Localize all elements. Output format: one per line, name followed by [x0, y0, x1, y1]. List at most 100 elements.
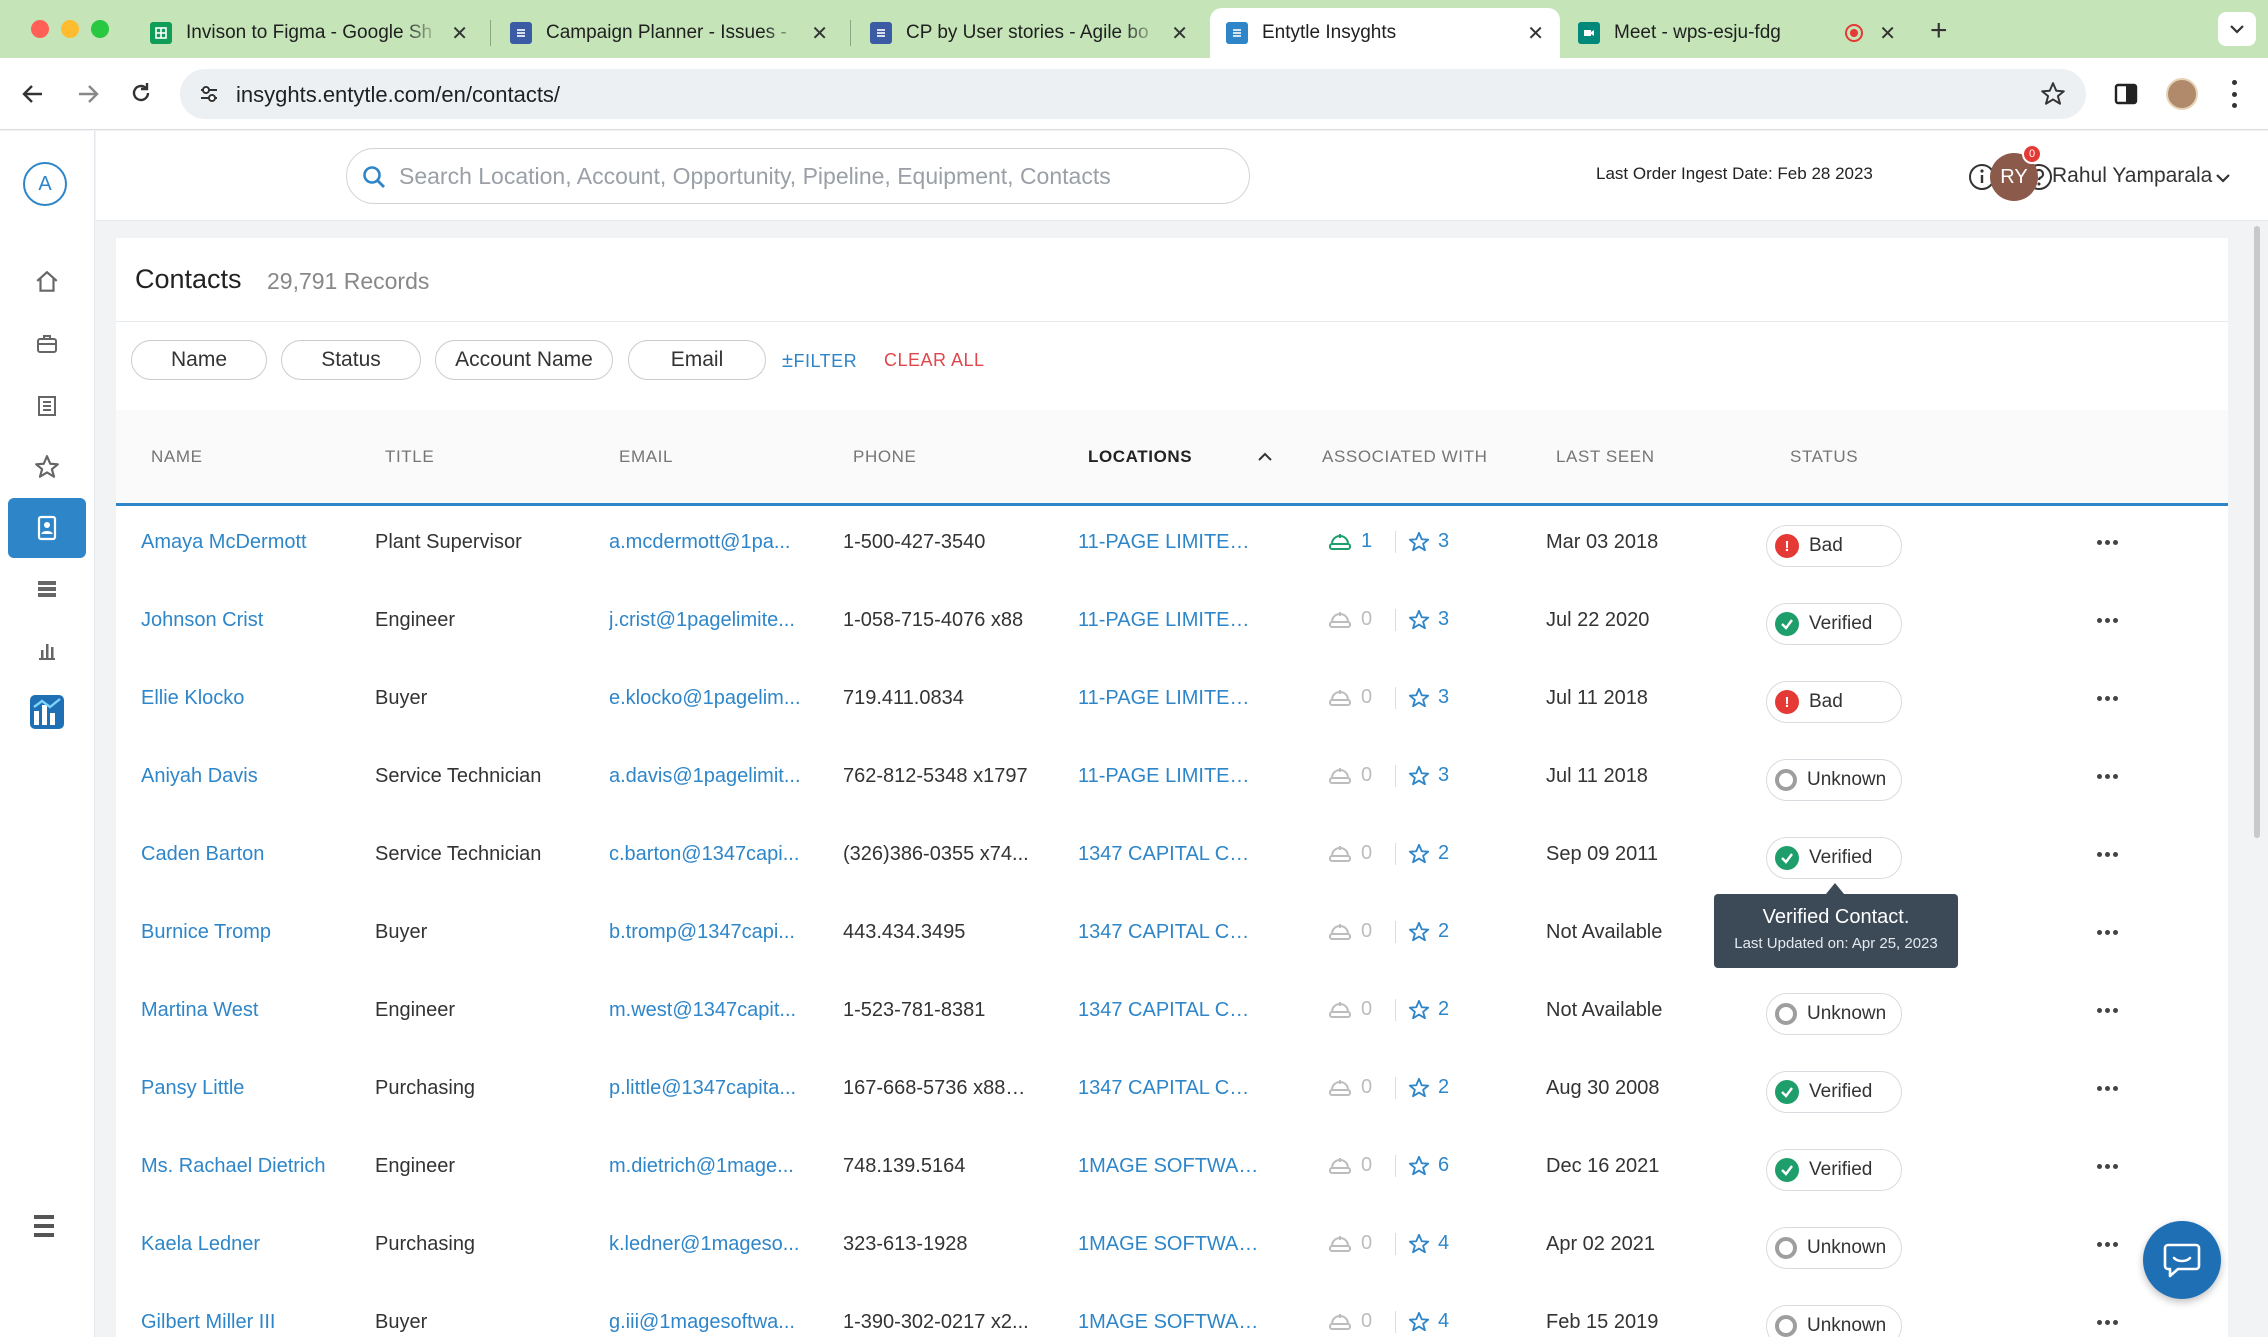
sort-ascending-icon[interactable]	[1257, 452, 1273, 462]
filter-chip-status[interactable]: Status	[281, 340, 421, 380]
column-header-email[interactable]: EMAIL	[619, 447, 673, 467]
contact-location-link[interactable]: 11-PAGE LIMITED, ...	[1078, 531, 1262, 554]
opportunity-count[interactable]: 1	[1361, 530, 1383, 553]
contact-location-link[interactable]: 1347 CAPITAL COR...	[1078, 999, 1262, 1022]
more-actions-icon[interactable]	[2091, 766, 2123, 786]
favorite-count[interactable]: 6	[1438, 1154, 1449, 1177]
contact-email-link[interactable]: m.dietrich@1mage...	[609, 1155, 809, 1178]
contact-name-link[interactable]: Johnson Crist	[141, 609, 361, 632]
table-row[interactable]: Martina West Engineer m.west@1347capit... 1…	[116, 974, 2228, 1052]
table-row[interactable]: Ms. Rachael Dietrich Engineer m.dietrich@1…	[116, 1130, 2228, 1208]
contact-name-link[interactable]: Pansy Little	[141, 1077, 361, 1100]
forward-icon[interactable]	[75, 82, 101, 106]
favorite-count[interactable]: 4	[1438, 1232, 1449, 1255]
more-actions-icon[interactable]	[2091, 922, 2123, 942]
favorite-count[interactable]: 2	[1438, 842, 1449, 865]
contact-location-link[interactable]: 11-PAGE LIMITED, ...	[1078, 609, 1262, 632]
more-actions-icon[interactable]	[2091, 610, 2123, 630]
sidebar-item-opportunities[interactable]	[8, 437, 86, 497]
more-actions-icon[interactable]	[2091, 1312, 2123, 1332]
browser-tab-active[interactable]: Entytle Insyghts ✕	[1210, 8, 1560, 58]
table-row[interactable]: Johnson Crist Engineer j.crist@1pagelimite…	[116, 584, 2228, 662]
status-badge[interactable]: Unknown	[1766, 759, 1902, 801]
contact-email-link[interactable]: j.crist@1pagelimite...	[609, 609, 809, 632]
status-badge[interactable]: Verified	[1766, 837, 1902, 879]
opportunity-count[interactable]: 0	[1361, 1232, 1383, 1255]
opportunity-count[interactable]: 0	[1361, 686, 1383, 709]
more-actions-icon[interactable]	[2091, 688, 2123, 708]
contact-location-link[interactable]: 1347 CAPITAL COR...	[1078, 1077, 1262, 1100]
contact-name-link[interactable]: Aniyah Davis	[141, 765, 361, 788]
filter-chip-name[interactable]: Name	[131, 340, 267, 380]
column-header-title[interactable]: TITLE	[385, 447, 434, 467]
sidebar-item-accounts[interactable]	[8, 314, 86, 374]
more-actions-icon[interactable]	[2091, 1156, 2123, 1176]
contact-email-link[interactable]: m.west@1347capit...	[609, 999, 809, 1022]
user-name[interactable]: Rahul Yamparala	[2052, 164, 2212, 188]
site-info-icon[interactable]	[198, 83, 220, 105]
filter-chip-account-name[interactable]: Account Name	[435, 340, 613, 380]
status-badge[interactable]: ! Bad	[1766, 525, 1902, 567]
clear-all-button[interactable]: CLEAR ALL	[884, 350, 985, 371]
side-panel-icon[interactable]	[2114, 82, 2138, 106]
opportunity-count[interactable]: 0	[1361, 1310, 1383, 1333]
contact-location-link[interactable]: 1347 CAPITAL COR...	[1078, 921, 1262, 944]
app-logo[interactable]: A	[23, 162, 67, 206]
status-badge[interactable]: Verified	[1766, 603, 1902, 645]
more-actions-icon[interactable]	[2091, 1078, 2123, 1098]
more-actions-icon[interactable]	[2091, 844, 2123, 864]
table-row[interactable]: Pansy Little Purchasing p.little@1347capit…	[116, 1052, 2228, 1130]
table-row[interactable]: Kaela Ledner Purchasing k.ledner@1mageso..…	[116, 1208, 2228, 1286]
sidebar-item-home[interactable]	[8, 252, 86, 312]
sidebar-item-reports[interactable]	[8, 620, 86, 680]
contact-email-link[interactable]: k.ledner@1mageso...	[609, 1233, 809, 1256]
contact-location-link[interactable]: 11-PAGE LIMITED, ...	[1078, 687, 1262, 710]
new-tab-button[interactable]: +	[1930, 14, 1948, 48]
opportunity-count[interactable]: 0	[1361, 608, 1383, 631]
contact-location-link[interactable]: 1MAGE SOFTWARE...	[1078, 1233, 1262, 1256]
contact-name-link[interactable]: Kaela Ledner	[141, 1233, 361, 1256]
table-row[interactable]: Gilbert Miller III Buyer g.iii@1magesoftwa…	[116, 1286, 2228, 1337]
table-row[interactable]: Ellie Klocko Buyer e.klocko@1pagelim... 719…	[116, 662, 2228, 740]
close-tab-icon[interactable]: ✕	[1879, 21, 1896, 46]
column-header-associated-with[interactable]: ASSOCIATED WITH	[1322, 447, 1487, 467]
sidebar-item-locations[interactable]	[8, 376, 86, 436]
favorite-count[interactable]: 4	[1438, 1310, 1449, 1333]
collapse-menu-icon[interactable]	[33, 1213, 55, 1239]
global-search[interactable]	[346, 148, 1250, 204]
opportunity-count[interactable]: 0	[1361, 1076, 1383, 1099]
status-badge[interactable]: Unknown	[1766, 1305, 1902, 1337]
column-header-phone[interactable]: PHONE	[853, 447, 916, 467]
opportunity-count[interactable]: 0	[1361, 998, 1383, 1021]
table-row[interactable]: Caden Barton Service Technician c.barton@1…	[116, 818, 2228, 896]
bookmark-star-icon[interactable]	[2040, 81, 2066, 107]
browser-tab[interactable]: Meet - wps-esju-fdg ✕	[1562, 8, 1912, 58]
close-tab-icon[interactable]: ✕	[1171, 21, 1188, 46]
sidebar-item-analytics[interactable]	[8, 682, 86, 742]
favorite-count[interactable]: 2	[1438, 1076, 1449, 1099]
more-actions-icon[interactable]	[2091, 1234, 2123, 1254]
status-badge[interactable]: Unknown	[1766, 1227, 1902, 1269]
status-badge[interactable]: Verified	[1766, 1149, 1902, 1191]
favorite-count[interactable]: 3	[1438, 764, 1449, 787]
opportunity-count[interactable]: 0	[1361, 842, 1383, 865]
contact-email-link[interactable]: e.klocko@1pagelim...	[609, 687, 809, 710]
column-header-locations[interactable]: LOCATIONS	[1088, 447, 1192, 467]
status-badge[interactable]: ! Bad	[1766, 681, 1902, 723]
filter-chip-email[interactable]: Email	[628, 340, 766, 380]
page-scrollbar[interactable]	[2254, 226, 2260, 838]
contact-email-link[interactable]: g.iii@1magesoftwa...	[609, 1311, 809, 1334]
close-window-button[interactable]	[31, 20, 49, 38]
favorite-count[interactable]: 3	[1438, 608, 1449, 631]
add-filter-button[interactable]: ±FILTER	[782, 350, 857, 373]
contact-email-link[interactable]: b.tromp@1347capi...	[609, 921, 809, 944]
profile-avatar[interactable]	[2166, 78, 2198, 110]
sidebar-item-contacts[interactable]	[8, 498, 86, 558]
contact-email-link[interactable]: a.mcdermott@1pa...	[609, 531, 809, 554]
reload-icon[interactable]	[129, 81, 153, 105]
status-badge[interactable]: Verified	[1766, 1071, 1902, 1113]
favorite-count[interactable]: 3	[1438, 530, 1449, 553]
favorite-count[interactable]: 2	[1438, 998, 1449, 1021]
more-actions-icon[interactable]	[2091, 532, 2123, 552]
contact-name-link[interactable]: Martina West	[141, 999, 361, 1022]
